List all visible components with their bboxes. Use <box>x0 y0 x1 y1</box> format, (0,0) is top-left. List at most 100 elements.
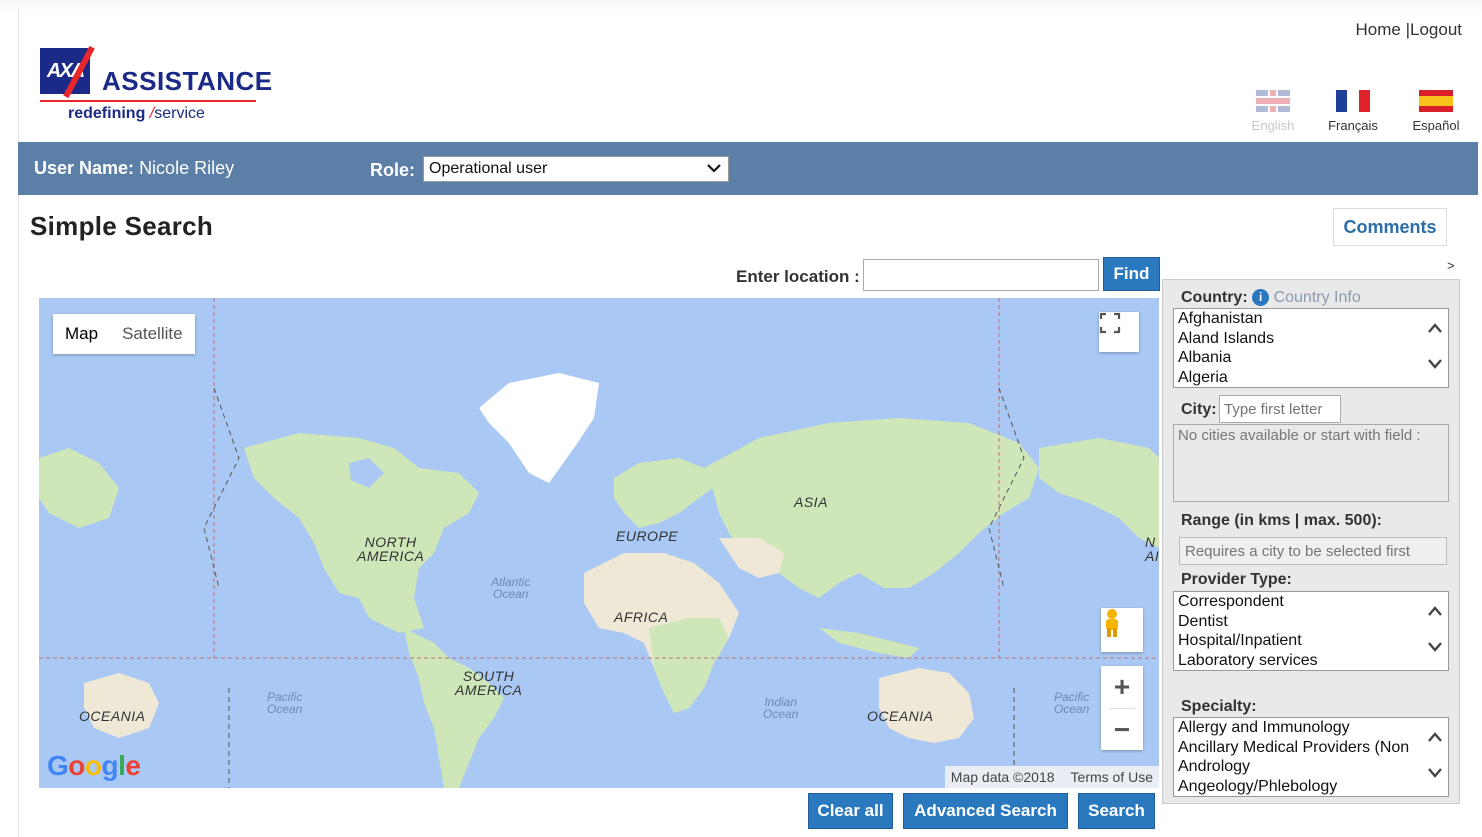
user-name-display: User Name: Nicole Riley <box>34 158 234 179</box>
page-title: Simple Search <box>30 211 214 241</box>
find-button[interactable]: Find <box>1103 257 1160 291</box>
role-select-value: Operational user <box>429 160 548 177</box>
logo-underline <box>40 100 256 102</box>
tagline-bold: redefining <box>68 105 146 122</box>
list-item[interactable]: Angeology/Phlebology <box>1174 777 1448 797</box>
list-item[interactable]: Correspondent <box>1174 592 1448 612</box>
chevron-up-icon[interactable] <box>1427 602 1443 623</box>
map-label-south-america: SOUTH AMERICA <box>455 668 523 698</box>
city-label: City: <box>1181 401 1217 418</box>
location-label: Enter location : <box>736 267 860 286</box>
list-item[interactable]: Algeria <box>1174 368 1448 388</box>
map-label-atlantic: Atlantic Ocean <box>491 575 531 601</box>
fullscreen-icon <box>1099 312 1121 334</box>
range-input[interactable] <box>1179 537 1447 565</box>
google-logo: Google <box>47 750 141 781</box>
language-selector: English Français Español <box>1244 90 1469 134</box>
map-label-asia: ASIA <box>794 494 828 510</box>
chevron-down-icon <box>706 158 722 183</box>
home-link[interactable]: Home <box>1355 20 1400 39</box>
france-flag-icon <box>1336 90 1370 112</box>
map-label-oceania-left: OCEANIA <box>79 708 146 724</box>
map-label-oceania-right: OCEANIA <box>867 708 934 724</box>
country-label-row: Country: i Country Info <box>1181 289 1361 307</box>
language-spanish[interactable]: Español <box>1406 90 1466 133</box>
list-item[interactable]: Allergy and Immunology <box>1174 718 1448 738</box>
language-label: Español <box>1412 118 1460 133</box>
list-item[interactable]: Albania <box>1174 348 1448 368</box>
city-input[interactable] <box>1219 395 1341 423</box>
map-label-pacific-right: Pacific Ocean <box>1054 690 1090 716</box>
map-type-satellite-button[interactable]: Satellite <box>110 314 194 354</box>
location-input[interactable] <box>863 259 1099 291</box>
role-label: Role: <box>370 160 415 180</box>
map-label-edge-north-america: N AI <box>1145 534 1159 564</box>
pegman-icon <box>1106 609 1118 637</box>
chevron-up-icon[interactable] <box>1427 728 1443 749</box>
info-icon[interactable]: i <box>1252 289 1270 306</box>
user-bar: User Name: Nicole Riley Role: Operationa… <box>18 142 1478 195</box>
language-english[interactable]: English <box>1244 90 1302 133</box>
specialty-listbox[interactable]: Allergy and Immunology Ancillary Medical… <box>1173 717 1449 797</box>
specialty-label: Specialty: <box>1181 698 1257 715</box>
list-item[interactable]: Hospital/Inpatient <box>1174 631 1448 651</box>
advanced-search-button[interactable]: Advanced Search <box>903 793 1068 829</box>
tagline-rest: service <box>154 105 205 122</box>
zoom-control: + − <box>1101 666 1143 750</box>
clear-all-button[interactable]: Clear all <box>808 793 893 829</box>
collapse-panel-toggle[interactable]: > <box>1447 258 1455 273</box>
uk-flag-icon <box>1256 90 1290 112</box>
logo-wordmark: ASSISTANCE <box>102 66 273 96</box>
map-label-europe: EUROPE <box>616 528 679 544</box>
fullscreen-button[interactable] <box>1099 312 1139 352</box>
map-label-north-america: NORTH AMERICA <box>357 534 425 564</box>
specialty-scrollbar[interactable] <box>1422 718 1448 796</box>
top-links: Home |Logout <box>1355 20 1462 40</box>
map-type-toggle: Map Satellite <box>53 314 195 354</box>
country-info-link[interactable]: Country Info <box>1274 289 1361 306</box>
terms-of-use-link[interactable]: Terms of Use <box>1071 769 1153 785</box>
provider-type-listbox[interactable]: Correspondent Dentist Hospital/Inpatient… <box>1173 591 1449 671</box>
country-listbox[interactable]: Afghanistan Aland Islands Albania Algeri… <box>1173 308 1449 388</box>
axa-assistance-logo[interactable]: AXA ASSISTANCE redefining /service <box>40 44 272 128</box>
logo-tagline: redefining /service <box>68 105 205 123</box>
chevron-up-icon[interactable] <box>1427 319 1443 340</box>
map-type-map-button[interactable]: Map <box>53 314 110 354</box>
map-label-pacific-left: Pacific Ocean <box>267 690 303 716</box>
list-item[interactable]: Aland Islands <box>1174 329 1448 349</box>
list-item[interactable]: Ancillary Medical Providers (Non <box>1174 738 1448 758</box>
map-label-indian: Indian Ocean <box>763 695 799 721</box>
zoom-out-button[interactable]: − <box>1101 709 1143 751</box>
map-attribution: Map data ©2018 Terms of Use <box>944 766 1159 788</box>
list-item[interactable]: Afghanistan <box>1174 309 1448 329</box>
provider-scrollbar[interactable] <box>1422 592 1448 670</box>
range-label: Range (in kms | max. 500): <box>1181 512 1382 529</box>
map-label-africa: AFRICA <box>614 609 669 625</box>
language-label: Français <box>1328 118 1378 133</box>
role-select[interactable]: Operational user <box>423 156 729 182</box>
street-view-pegman[interactable] <box>1101 608 1143 652</box>
list-item[interactable]: Andrology <box>1174 757 1448 777</box>
search-button[interactable]: Search <box>1078 793 1155 829</box>
city-results: No cities available or start with field … <box>1173 424 1449 502</box>
chevron-down-icon[interactable] <box>1427 638 1443 659</box>
country-label: Country: <box>1181 289 1248 306</box>
provider-type-label: Provider Type: <box>1181 571 1292 588</box>
language-label: English <box>1251 118 1295 133</box>
language-french[interactable]: Français <box>1320 90 1386 133</box>
logout-link[interactable]: Logout <box>1410 20 1462 39</box>
chevron-down-icon[interactable] <box>1427 764 1443 785</box>
chevron-down-icon[interactable] <box>1427 355 1443 376</box>
zoom-in-button[interactable]: + <box>1101 666 1143 708</box>
list-item[interactable]: Dentist <box>1174 612 1448 632</box>
search-filter-panel: Country: i Country Info Afghanistan Alan… <box>1162 279 1460 804</box>
country-scrollbar[interactable] <box>1422 309 1448 387</box>
user-name-label: User Name: <box>34 158 135 178</box>
comments-button[interactable]: Comments <box>1333 208 1447 246</box>
map-tiles <box>39 298 1159 788</box>
list-item[interactable]: Laboratory services <box>1174 651 1448 671</box>
spain-flag-icon <box>1419 90 1453 112</box>
map-data-credit: Map data ©2018 <box>950 769 1055 785</box>
user-name-value: Nicole Riley <box>139 158 235 178</box>
world-map[interactable]: NORTH AMERICA SOUTH AMERICA EUROPE AFRICA … <box>39 298 1159 788</box>
